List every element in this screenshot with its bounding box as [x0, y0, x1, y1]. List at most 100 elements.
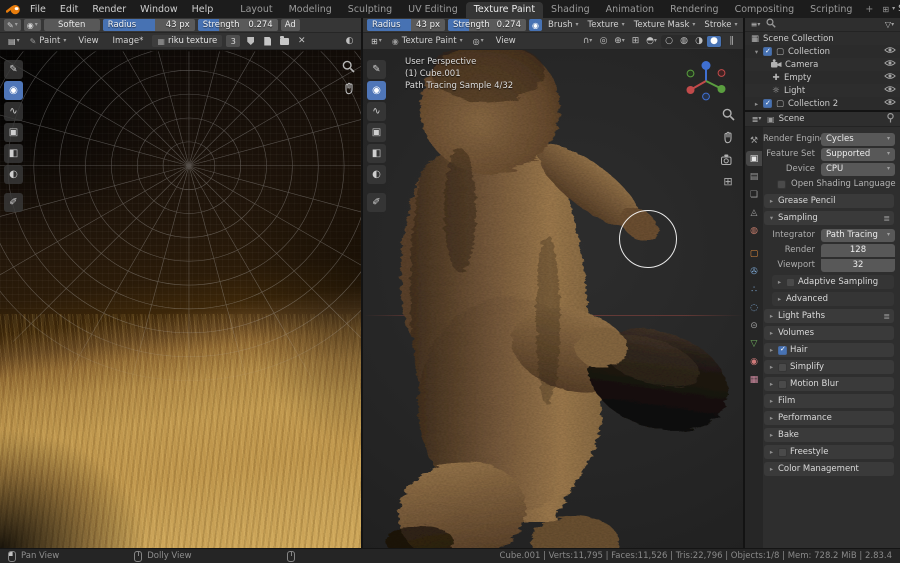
open-image-folder-icon[interactable]: [278, 35, 291, 47]
menu-render[interactable]: Render: [85, 3, 133, 16]
panel-color-management[interactable]: ▸ Color Management: [764, 462, 894, 476]
panel-bake[interactable]: ▸ Bake: [764, 428, 894, 442]
disclosure-triangle-icon[interactable]: ▸: [753, 100, 760, 108]
menu-edit[interactable]: Edit: [53, 3, 85, 16]
outliner-row-empty[interactable]: ✚ Empty: [745, 71, 900, 84]
collection-checkbox[interactable]: [763, 99, 772, 108]
image-name-field[interactable]: ▦ riku texture: [152, 35, 223, 47]
editor-type-3d-icon[interactable]: ⊞ ▾: [368, 35, 385, 47]
adaptive-sampling-checkbox[interactable]: [786, 277, 795, 287]
panel-freestyle[interactable]: ▸ Freestyle: [764, 445, 894, 459]
integrator-dropdown[interactable]: Path Tracing ▾: [821, 228, 895, 242]
clone-tool-button[interactable]: ▣: [367, 123, 386, 142]
draw-tool-button[interactable]: ✎: [367, 60, 386, 79]
zoom-icon[interactable]: [722, 108, 735, 124]
shading-solid-icon[interactable]: ◍: [677, 36, 691, 47]
menu-help[interactable]: Help: [185, 3, 221, 16]
brush-preview-dropdown[interactable]: ✎ ▾: [4, 19, 21, 31]
smear-tool-button[interactable]: ∿: [4, 102, 23, 121]
image-editor-canvas[interactable]: ✎ ◉ ∿ ▣ ◧ ◐ ✐: [0, 50, 361, 548]
brush-name-button[interactable]: Soften: [43, 19, 100, 31]
show-gizmo-icon[interactable]: ⊞: [629, 35, 642, 47]
annotate-tool-button[interactable]: ✐: [4, 193, 23, 212]
render-engine-dropdown[interactable]: Cycles ▾: [821, 132, 895, 146]
tab-compositing[interactable]: Compositing: [727, 2, 803, 18]
tab-world[interactable]: ◍: [746, 223, 762, 238]
shading-wireframe-icon[interactable]: ○: [662, 36, 676, 47]
camera-view-icon[interactable]: [721, 154, 735, 168]
menu-window[interactable]: Window: [133, 3, 184, 16]
panel-advanced[interactable]: ▸ Advanced: [772, 292, 894, 306]
pause-render-icon[interactable]: ∥: [725, 35, 738, 47]
presets-icon[interactable]: ≣: [883, 214, 890, 223]
device-dropdown[interactable]: CPU ▾: [821, 162, 895, 176]
view-menu[interactable]: View: [491, 36, 521, 46]
tab-uv-editing[interactable]: UV Editing: [400, 2, 466, 18]
outliner-row-collection-2[interactable]: ▸ ▢ Collection 2: [745, 97, 900, 110]
tab-layout[interactable]: Layout: [232, 2, 280, 18]
tab-tool[interactable]: ⚒: [746, 133, 762, 148]
disclosure-triangle-icon[interactable]: ▾: [753, 48, 760, 56]
outliner-search-icon[interactable]: [766, 18, 776, 31]
panel-performance[interactable]: ▸ Performance: [764, 411, 894, 425]
tab-texture-paint[interactable]: Texture Paint: [465, 2, 544, 18]
feature-set-dropdown[interactable]: Supported ▾: [821, 147, 895, 161]
tab-material[interactable]: ◉: [746, 354, 762, 369]
mask-tool-button[interactable]: ◐: [4, 165, 23, 184]
tab-texture[interactable]: ▦: [746, 372, 762, 387]
stroke-dropdown[interactable]: Stroke ▾: [701, 20, 740, 30]
add-workspace-button[interactable]: +: [860, 2, 878, 18]
overlays-icon[interactable]: ◓ ▾: [645, 35, 658, 47]
fill-tool-button[interactable]: ◧: [4, 144, 23, 163]
pan-hand-icon[interactable]: [722, 131, 734, 147]
snapping-magnet-icon[interactable]: ∩ ▾: [581, 35, 594, 47]
tab-scene[interactable]: ◬: [746, 205, 762, 220]
panel-simplify[interactable]: ▸ Simplify: [764, 360, 894, 374]
brush-type-dropdown[interactable]: ◉ ▾: [23, 19, 41, 31]
menu-file[interactable]: File: [23, 3, 53, 16]
mask-tool-button[interactable]: ◐: [367, 165, 386, 184]
panel-motion-blur[interactable]: ▸ Motion Blur: [764, 377, 894, 391]
outliner-row-camera[interactable]: Camera: [745, 58, 900, 71]
tab-particles[interactable]: ∴: [746, 282, 762, 297]
hide-eye-icon[interactable]: [884, 72, 896, 83]
editor-type-image-icon[interactable]: ▤ ▾: [5, 35, 23, 47]
mask-toggle-icon[interactable]: ◐: [343, 35, 356, 47]
tab-sculpting[interactable]: Sculpting: [340, 2, 400, 18]
hide-eye-icon[interactable]: [884, 85, 896, 96]
hair-checkbox[interactable]: [778, 345, 787, 355]
smear-tool-button[interactable]: ∿: [367, 102, 386, 121]
pin-icon[interactable]: [886, 112, 895, 126]
panel-hair[interactable]: ▸Hair: [764, 343, 894, 357]
tab-modeling[interactable]: Modeling: [281, 2, 340, 18]
paint-mode-dropdown[interactable]: ✎ Paint ▾: [27, 36, 70, 46]
pressure-toggle[interactable]: ◉: [529, 19, 542, 31]
tab-render[interactable]: ▣: [746, 151, 762, 166]
radius-slider[interactable]: Radius 43 px: [367, 19, 445, 31]
tab-scripting[interactable]: Scripting: [802, 2, 860, 18]
strength-slider[interactable]: Strength 0.274: [448, 19, 526, 31]
presets-icon[interactable]: ≣: [883, 312, 890, 321]
pivot-point-icon[interactable]: ⊕ ▾: [613, 35, 626, 47]
paint-mask-icon[interactable]: ◎ ▾: [470, 35, 487, 47]
zoom-icon[interactable]: [342, 60, 355, 76]
hide-eye-icon[interactable]: [884, 98, 896, 109]
blender-logo[interactable]: [6, 4, 21, 15]
hide-eye-icon[interactable]: [884, 59, 896, 70]
tab-object[interactable]: ▢: [746, 246, 762, 261]
tab-constraints[interactable]: ⊝: [746, 318, 762, 333]
soften-tool-button[interactable]: ◉: [367, 81, 386, 100]
image-users-count[interactable]: 3: [226, 35, 241, 47]
annotate-tool-button[interactable]: ✐: [367, 193, 386, 212]
panel-adaptive-sampling[interactable]: ▸ Adaptive Sampling: [772, 275, 894, 289]
draw-tool-button[interactable]: ✎: [4, 60, 23, 79]
proportional-editing-icon[interactable]: ◎: [597, 35, 610, 47]
navigation-gizmo[interactable]: [683, 58, 729, 107]
view-menu[interactable]: View: [73, 36, 103, 46]
shading-material-icon[interactable]: ◑: [692, 36, 706, 47]
panel-light-paths[interactable]: ▸ Light Paths ≣: [764, 309, 894, 323]
tab-modifiers[interactable]: ✇: [746, 264, 762, 279]
soften-tool-button[interactable]: ◉: [4, 81, 23, 100]
render-samples-field[interactable]: 128: [821, 243, 895, 257]
collection-checkbox[interactable]: [763, 47, 772, 56]
